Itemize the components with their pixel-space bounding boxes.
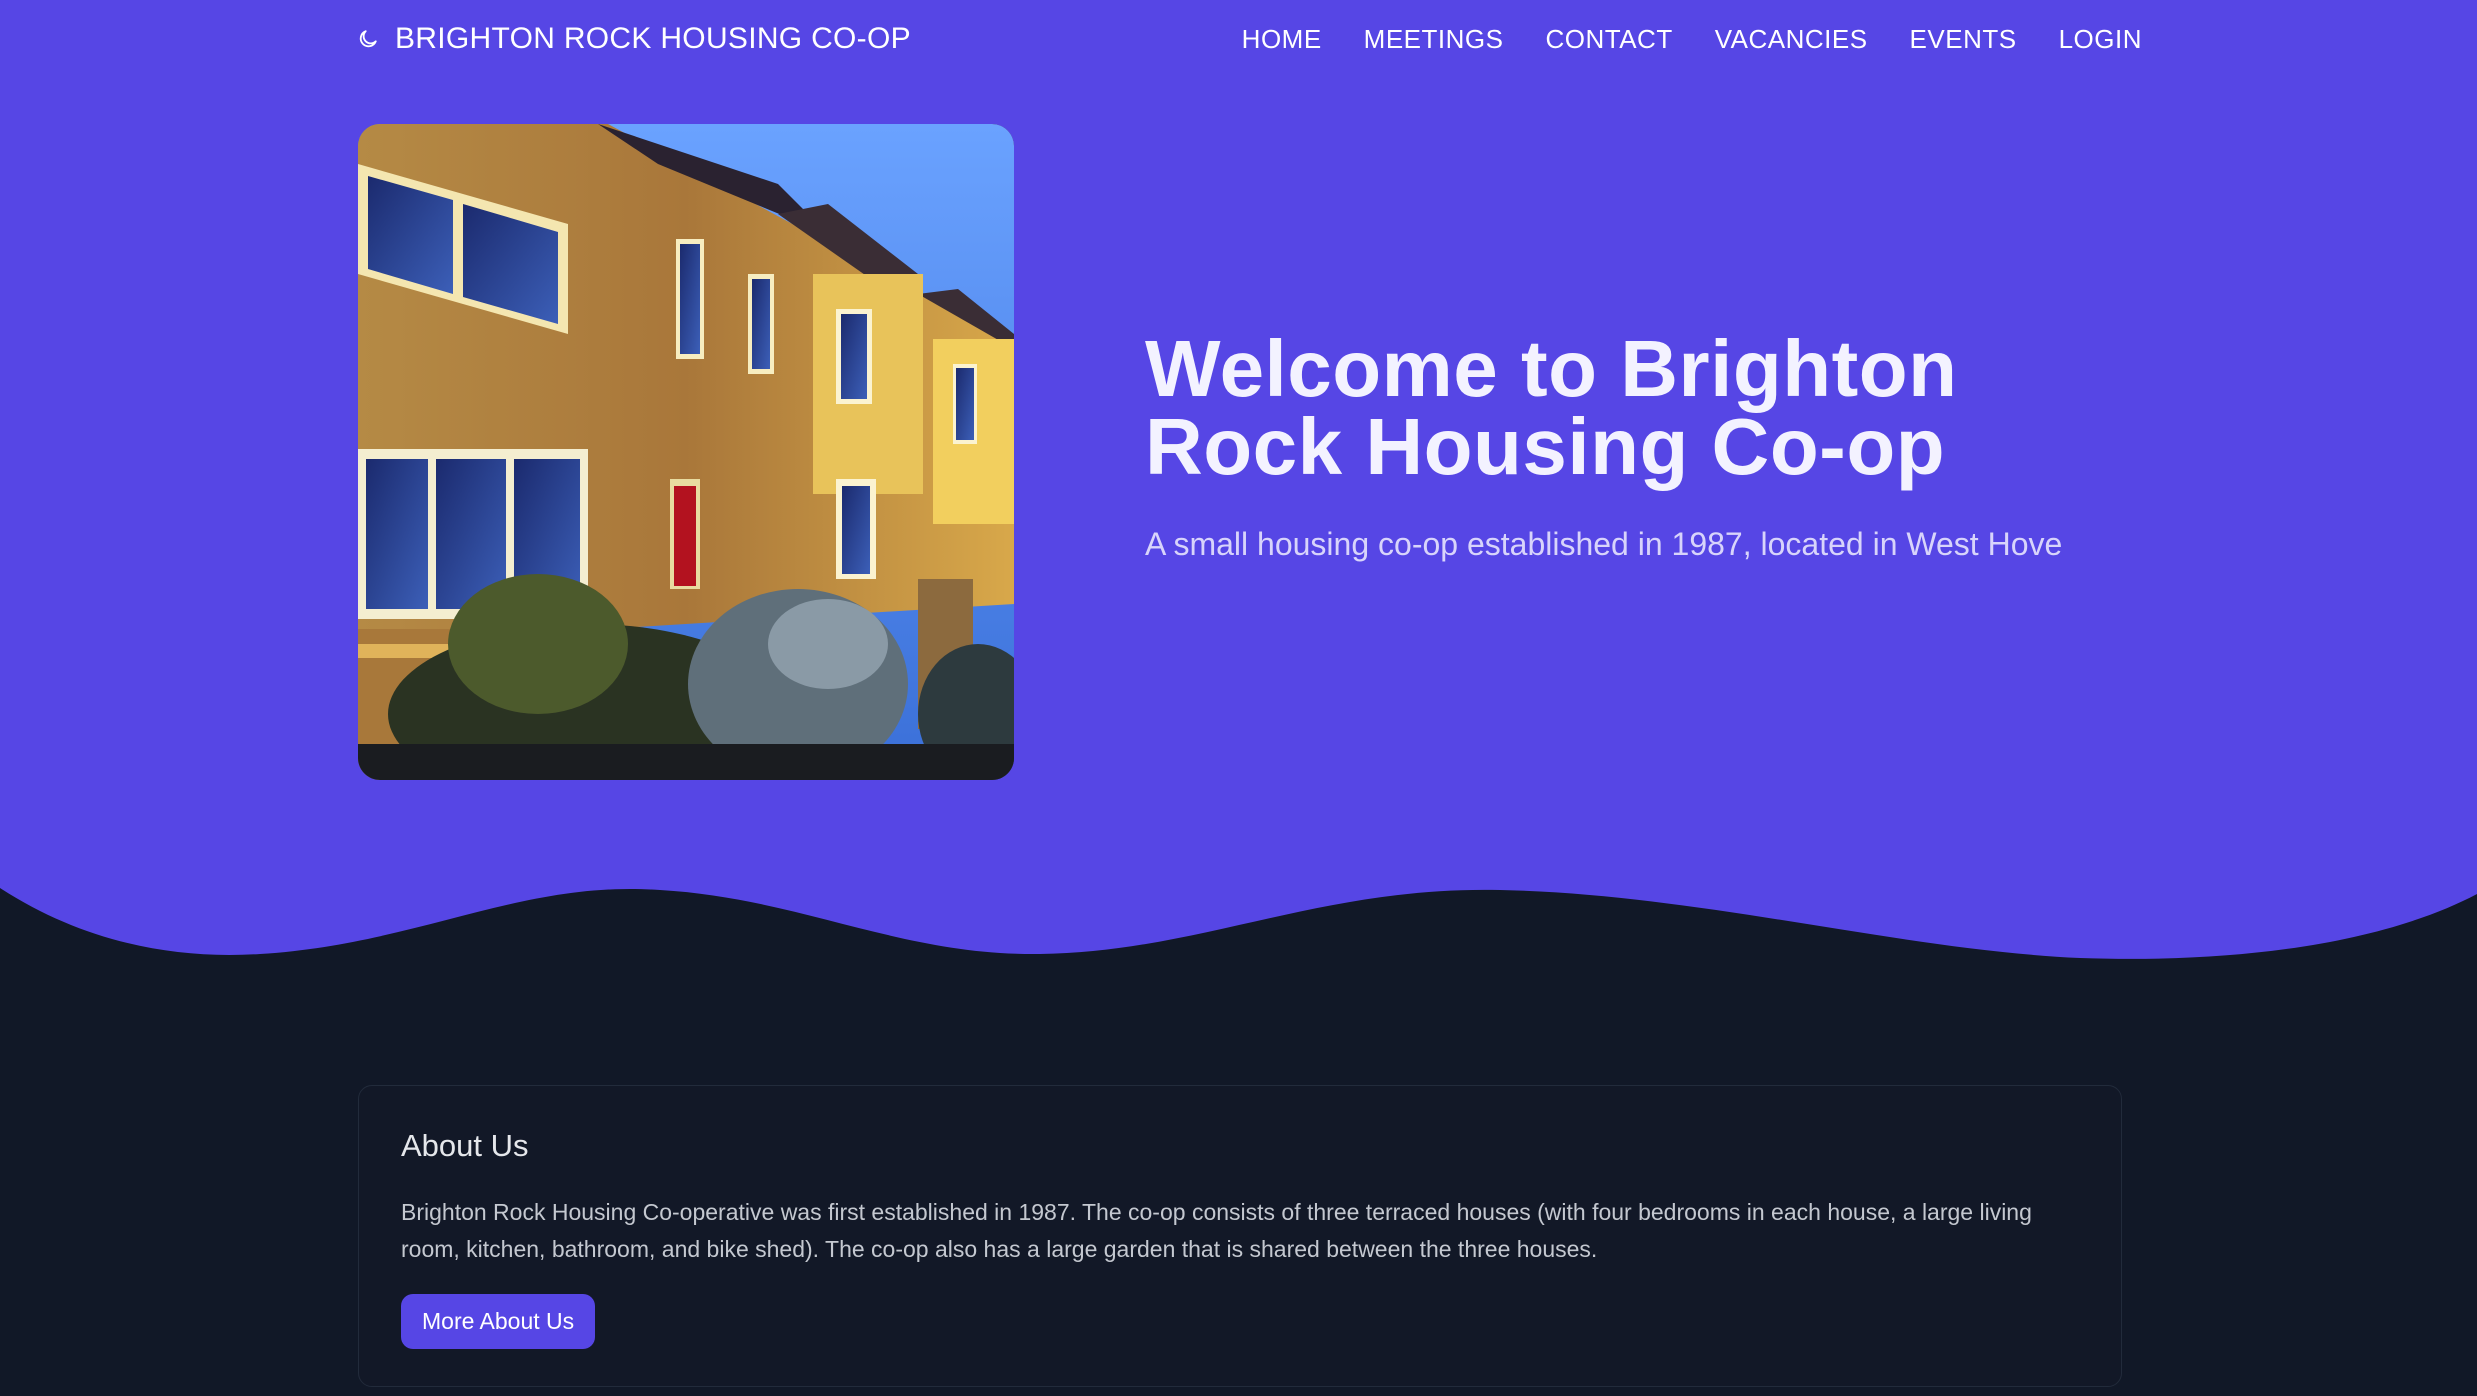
hero-title: Welcome to Brighton Rock Housing Co-op: [1145, 324, 1958, 491]
nav-link-login[interactable]: LOGIN: [2059, 24, 2142, 54]
nav-item-vacancies: VACANCIES: [1715, 24, 1868, 55]
nav-link-vacancies[interactable]: VACANCIES: [1715, 24, 1868, 54]
moon-icon: [359, 30, 377, 48]
nav-menu: HOME MEETINGS CONTACT VACANCIES EVENTS L…: [1242, 24, 2142, 55]
hero-text: Welcome to Brighton Rock Housing Co-op A…: [1145, 324, 2145, 564]
nav-link-meetings[interactable]: MEETINGS: [1364, 24, 1504, 54]
nav-item-contact: CONTACT: [1545, 24, 1672, 55]
nav-item-home: HOME: [1242, 24, 1322, 55]
hero-image: [358, 124, 1014, 780]
more-about-us-button[interactable]: More About Us: [401, 1294, 596, 1349]
brand-link[interactable]: BRIGHTON ROCK HOUSING CO-OP: [357, 22, 911, 56]
hero-section: BRIGHTON ROCK HOUSING CO-OP HOME MEETING…: [0, 0, 2477, 1000]
nav-link-events[interactable]: EVENTS: [1910, 24, 2017, 54]
nav-link-contact[interactable]: CONTACT: [1545, 24, 1672, 54]
brand-name: BRIGHTON ROCK HOUSING CO-OP: [395, 22, 911, 55]
hero-subtitle: A small housing co-op established in 198…: [1145, 526, 2063, 562]
terraced-houses-photo: [358, 124, 1014, 780]
nav-item-login: LOGIN: [2059, 24, 2142, 55]
page: BRIGHTON ROCK HOUSING CO-OP HOME MEETING…: [0, 0, 2477, 1396]
about-card: About Us Brighton Rock Housing Co-operat…: [358, 1085, 2122, 1387]
nav-item-meetings: MEETINGS: [1364, 24, 1504, 55]
about-title: About Us: [401, 1128, 529, 1163]
top-navigation: BRIGHTON ROCK HOUSING CO-OP HOME MEETING…: [357, 0, 2142, 78]
nav-item-events: EVENTS: [1910, 24, 2017, 55]
wave-divider: [0, 888, 2477, 1000]
nav-link-home[interactable]: HOME: [1242, 24, 1322, 54]
about-body: Brighton Rock Housing Co-operative was f…: [401, 1199, 2032, 1262]
